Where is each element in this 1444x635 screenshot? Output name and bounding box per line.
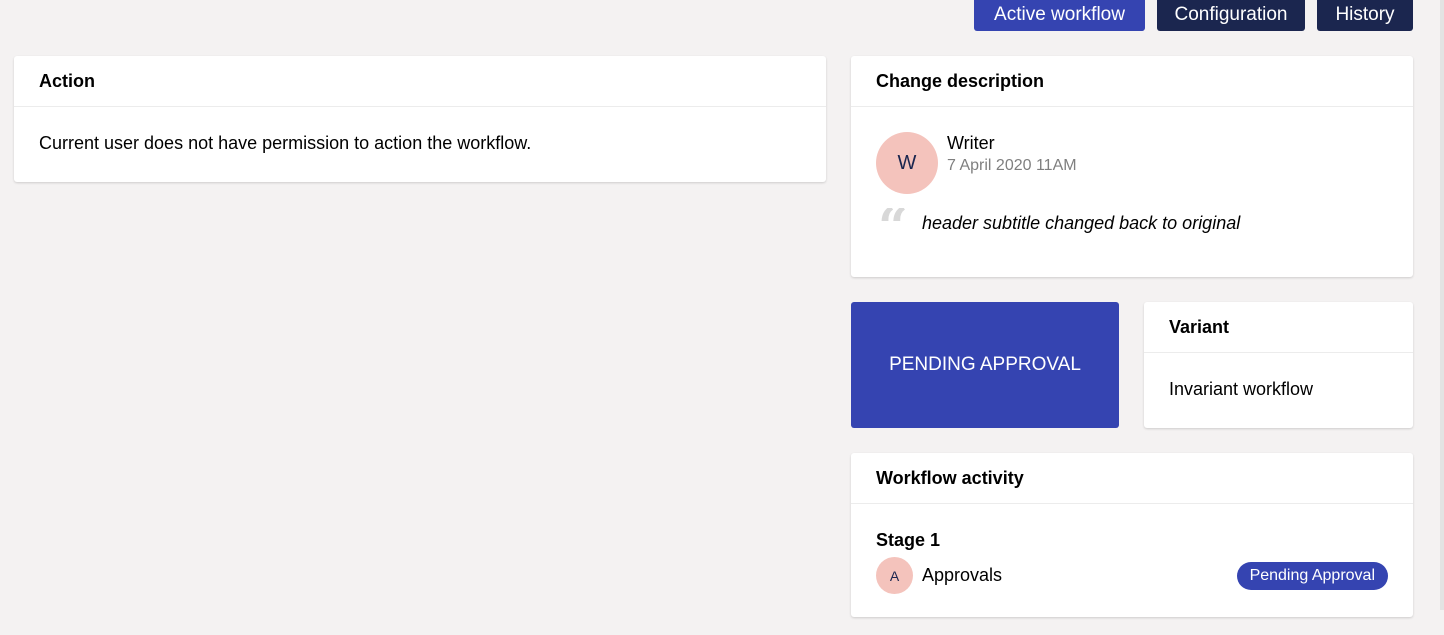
stage-row: A Approvals Pending Approval [876,557,1388,594]
author-avatar: W [876,132,938,194]
action-card-title: Action [14,56,826,107]
status-badge: Pending Approval [1236,561,1388,590]
change-comment-text: header subtitle changed back to original [922,212,1241,233]
group-avatar: A [876,557,913,594]
quote-icon: “ [878,208,918,238]
workflow-page: Active workflow Configuration History Ac… [0,0,1444,635]
change-date: 7 April 2020 11AM [947,157,1077,174]
author-name: Writer [947,133,995,153]
change-comment: “ header subtitle changed back to origin… [876,208,1388,238]
workflow-state-label: PENDING APPROVAL [889,354,1081,375]
variant-card: Variant Invariant workflow [1144,302,1413,428]
variant-title: Variant [1144,302,1413,353]
workflow-state-box: PENDING APPROVAL [851,302,1119,428]
tab-history[interactable]: History [1317,0,1413,31]
workflow-activity-card: Workflow activity Stage 1 A Approvals Pe… [851,453,1413,617]
workflow-tabs: Active workflow Configuration History [974,0,1413,31]
action-message: Current user does not have permission to… [39,133,532,153]
stage-title: Stage 1 [876,530,941,550]
author-row: W Writer 7 April 2020 11AM [876,107,1388,194]
tab-active-workflow[interactable]: Active workflow [974,0,1145,31]
workflow-activity-title: Workflow activity [851,453,1413,504]
change-description-card: Change description W Writer 7 April 2020… [851,56,1413,277]
group-name: Approvals [922,565,1003,585]
tab-configuration[interactable]: Configuration [1157,0,1305,31]
scrollbar[interactable] [1440,0,1444,610]
action-card: Action Current user does not have permis… [14,56,826,182]
change-description-title: Change description [851,56,1413,107]
variant-value: Invariant workflow [1169,379,1314,399]
